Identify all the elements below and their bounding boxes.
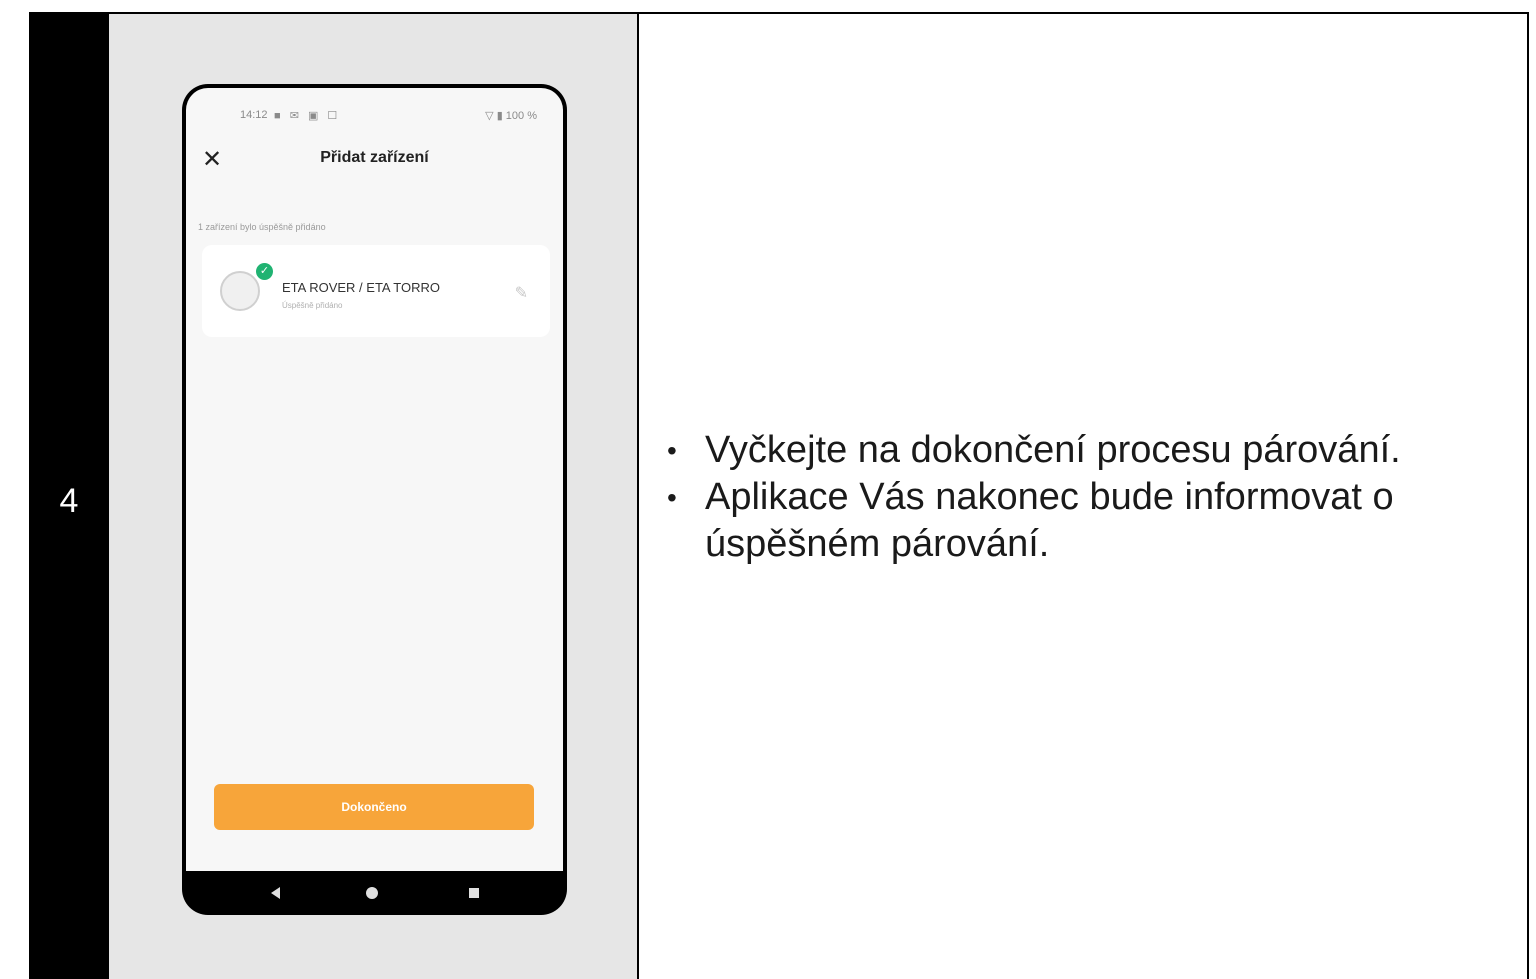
step-number-column: 4 (29, 12, 109, 979)
status-time: 14:12 (240, 109, 268, 121)
phone-screen: 14:12 ■ ✉ ▣ ☐ ▽ ▮ 100 % ✕ Přidat zařízen… (186, 88, 563, 871)
device-avatar (220, 271, 260, 311)
instruction-item: Aplikace Vás nakonec bude informovat o ú… (665, 474, 1515, 568)
device-name: ETA ROVER / ETA TORRO (282, 280, 440, 295)
status-notification-icons: ■ ✉ ▣ ☐ (274, 110, 341, 122)
pencil-icon[interactable]: ✎ (515, 283, 528, 303)
device-card[interactable]: ✓ ETA ROVER / ETA TORRO Úspěšně přidáno … (202, 245, 550, 337)
instruction-list: Vyčkejte na dokončení procesu párování. … (665, 427, 1515, 568)
status-battery-wifi: ▽ ▮ 100 % (485, 110, 537, 122)
triangle-back-icon[interactable] (266, 883, 286, 903)
instruction-item: Vyčkejte na dokončení procesu párování. (665, 427, 1515, 474)
instruction-text-column: Vyčkejte na dokončení procesu párování. … (639, 14, 1527, 979)
done-button[interactable]: Dokončeno (214, 784, 534, 830)
device-status: Úspěšně přidáno (282, 301, 343, 310)
page-title: Přidat zařízení (320, 149, 429, 166)
android-nav-bar (182, 871, 567, 915)
added-devices-note: 1 zařízení bylo úspěšně přidáno (198, 222, 326, 232)
step-number: 4 (59, 482, 79, 520)
square-recent-icon[interactable] (464, 883, 484, 903)
phone-mockup: 14:12 ■ ✉ ▣ ☐ ▽ ▮ 100 % ✕ Přidat zařízen… (182, 84, 567, 915)
check-icon: ✓ (256, 263, 273, 280)
status-bar: 14:12 ■ ✉ ▣ ☐ ▽ ▮ 100 % (186, 104, 563, 126)
circle-home-icon[interactable] (362, 883, 382, 903)
